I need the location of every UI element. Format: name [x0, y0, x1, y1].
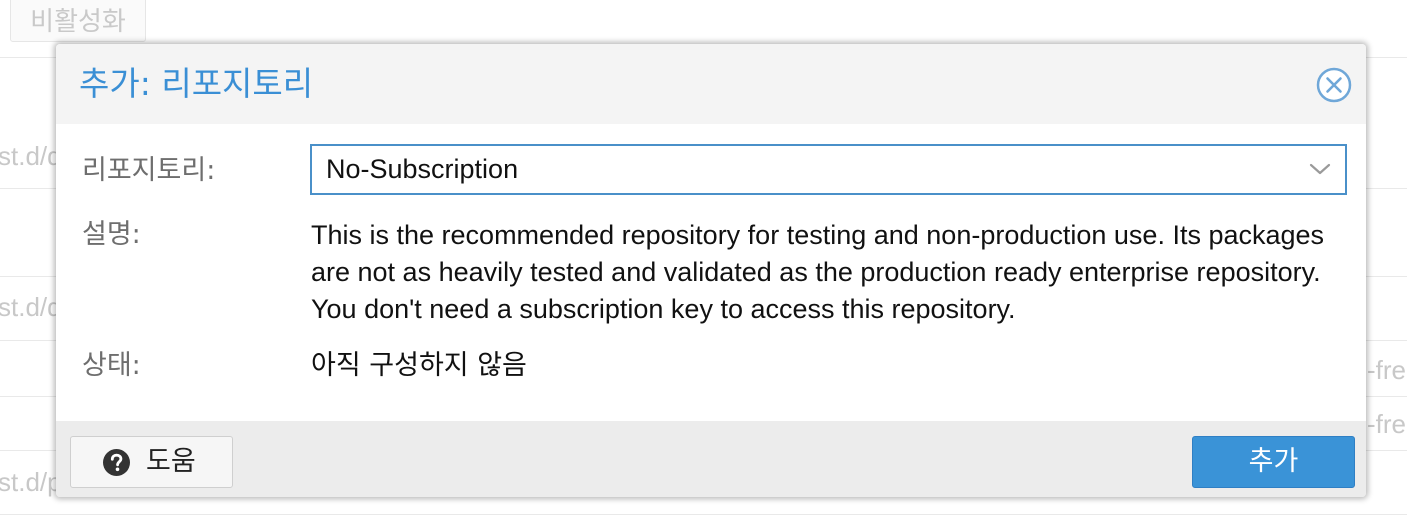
- help-button[interactable]: 도움: [70, 436, 233, 488]
- dialog-footer: 도움 추가: [56, 421, 1366, 497]
- close-button[interactable]: [1316, 67, 1352, 103]
- repository-description: This is the recommended repository for t…: [311, 220, 1325, 324]
- dialog-body: 리포지토리: No-Subscription 설명: This is the r…: [56, 124, 1366, 421]
- repository-select[interactable]: No-Subscription: [310, 144, 1347, 195]
- row-path-text: st.d/d: [0, 141, 56, 171]
- help-button-label: 도움: [146, 446, 196, 477]
- dialog-title: 추가: 리포지토리: [79, 64, 314, 103]
- description-field-label: 설명:: [82, 219, 141, 250]
- repository-status: 아직 구성하지 않음: [311, 350, 527, 381]
- row-divider: [0, 514, 1407, 515]
- row-component-text: -fre: [1367, 409, 1406, 439]
- dialog-header: 추가: 리포지토리: [56, 44, 1366, 124]
- repository-select-value: No-Subscription: [326, 154, 519, 184]
- status-field-label: 상태:: [82, 350, 141, 381]
- repository-field-label: 리포지토리:: [82, 155, 216, 186]
- close-circle-icon: [1316, 67, 1352, 103]
- question-circle-icon: [103, 449, 130, 476]
- row-path-text: st.d/d: [0, 292, 56, 322]
- row-component-text: -fre: [1367, 355, 1406, 385]
- add-button[interactable]: 추가: [1192, 436, 1355, 488]
- add-repository-dialog: 추가: 리포지토리 리포지토리: No-Subscription 설명: Thi…: [56, 44, 1366, 497]
- disable-button[interactable]: 비활성화: [10, 0, 146, 42]
- chevron-down-icon[interactable]: [1309, 160, 1331, 178]
- row-path-text: st.d/p: [0, 467, 56, 497]
